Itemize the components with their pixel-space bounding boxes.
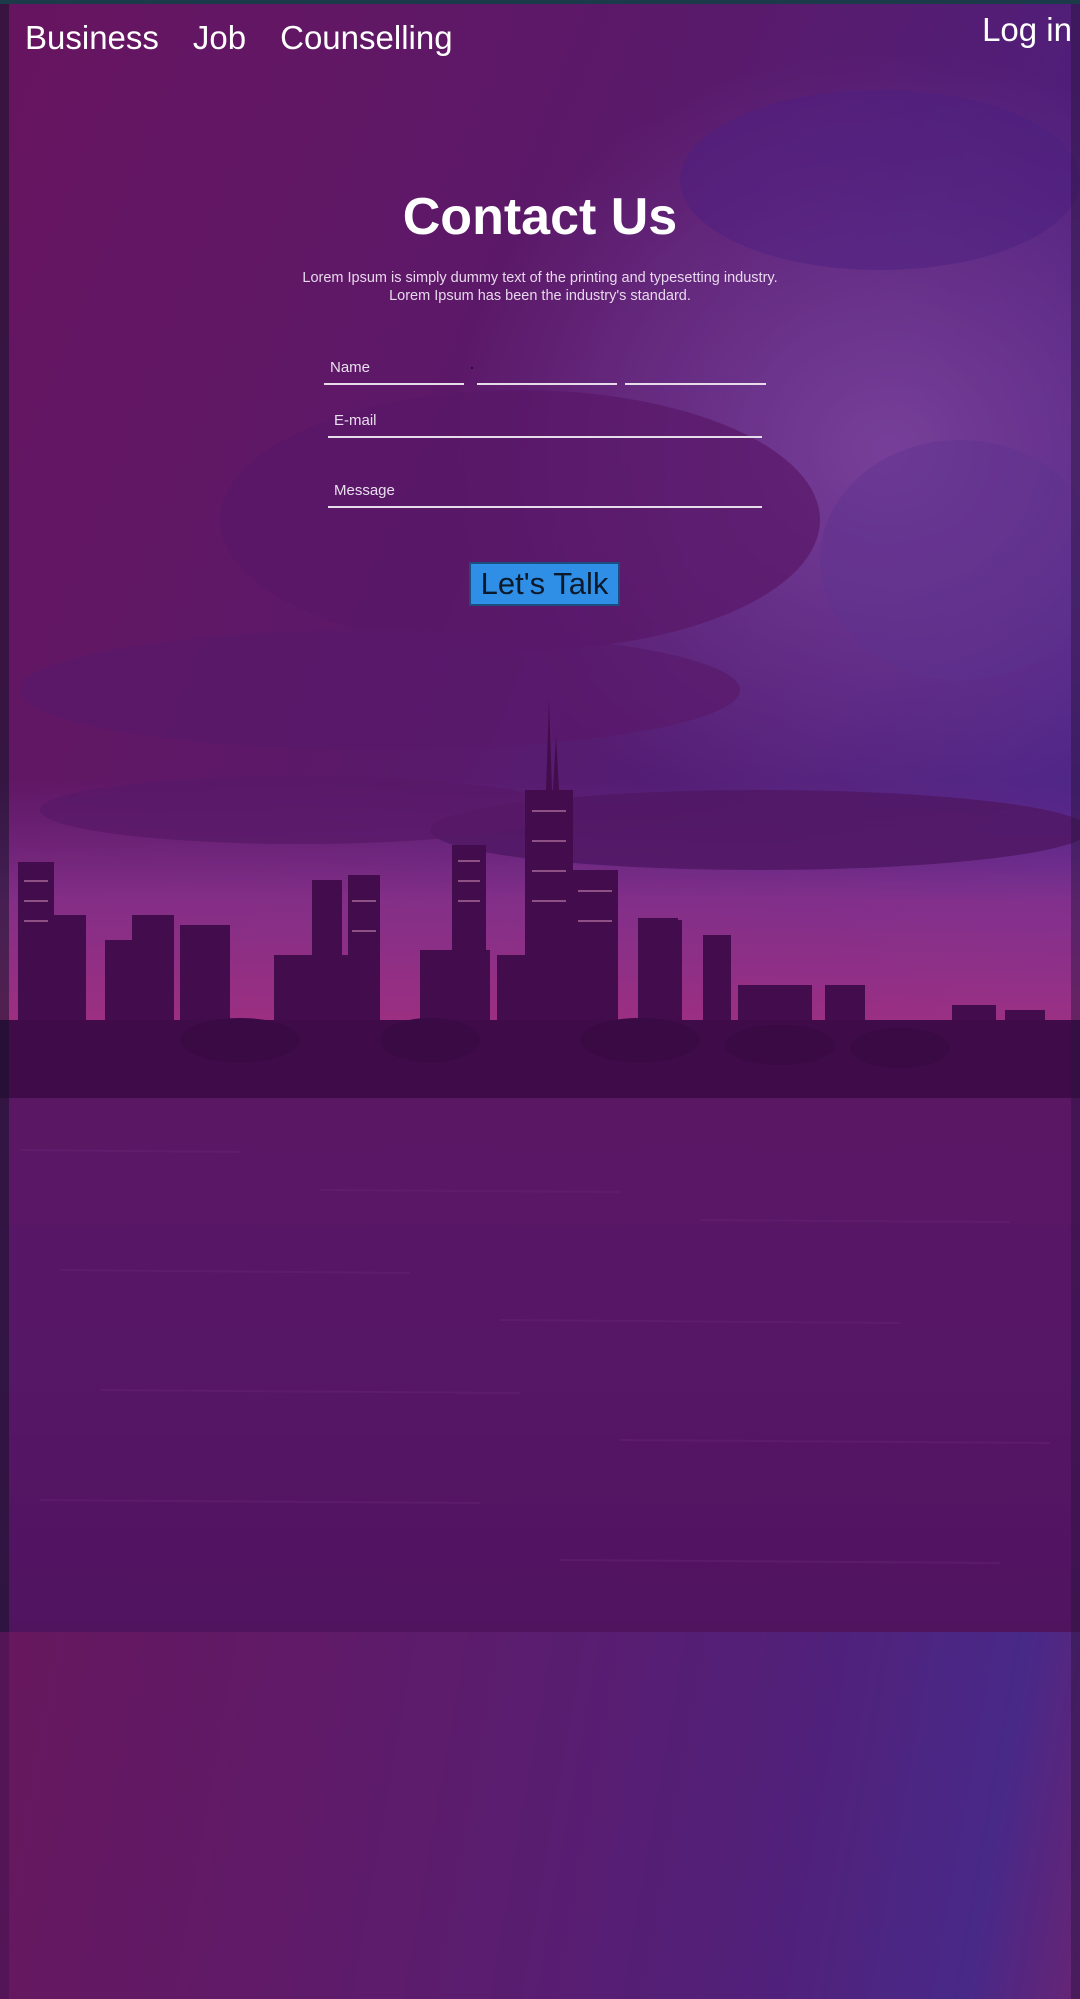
nav-item-counselling[interactable]: Counselling: [280, 18, 452, 58]
email-field[interactable]: [328, 408, 762, 438]
lets-talk-button[interactable]: Let's Talk: [469, 562, 620, 606]
main-nav: Business Job Counselling: [25, 18, 453, 58]
left-edge-lower: [0, 1632, 9, 1999]
contact-description: Lorem Ipsum is simply dummy text of the …: [302, 270, 778, 304]
background-repeat: [0, 1632, 1080, 1999]
contact-section: Contact Us Lorem Ipsum is simply dummy t…: [0, 185, 1080, 305]
nav-item-job[interactable]: Job: [193, 18, 246, 58]
name-input[interactable]: [324, 355, 464, 385]
message-field[interactable]: [328, 478, 762, 508]
login-link[interactable]: Log in: [982, 10, 1072, 50]
page-title: Contact Us: [402, 188, 678, 246]
top-strip: [0, 0, 1080, 4]
nav-item-business[interactable]: Business: [25, 18, 159, 58]
name-second-input[interactable]: [477, 355, 617, 385]
separator-dot: [471, 367, 473, 369]
page: Business Job Counselling Log in Contact …: [0, 0, 1080, 1999]
name-third-input[interactable]: [625, 355, 766, 385]
